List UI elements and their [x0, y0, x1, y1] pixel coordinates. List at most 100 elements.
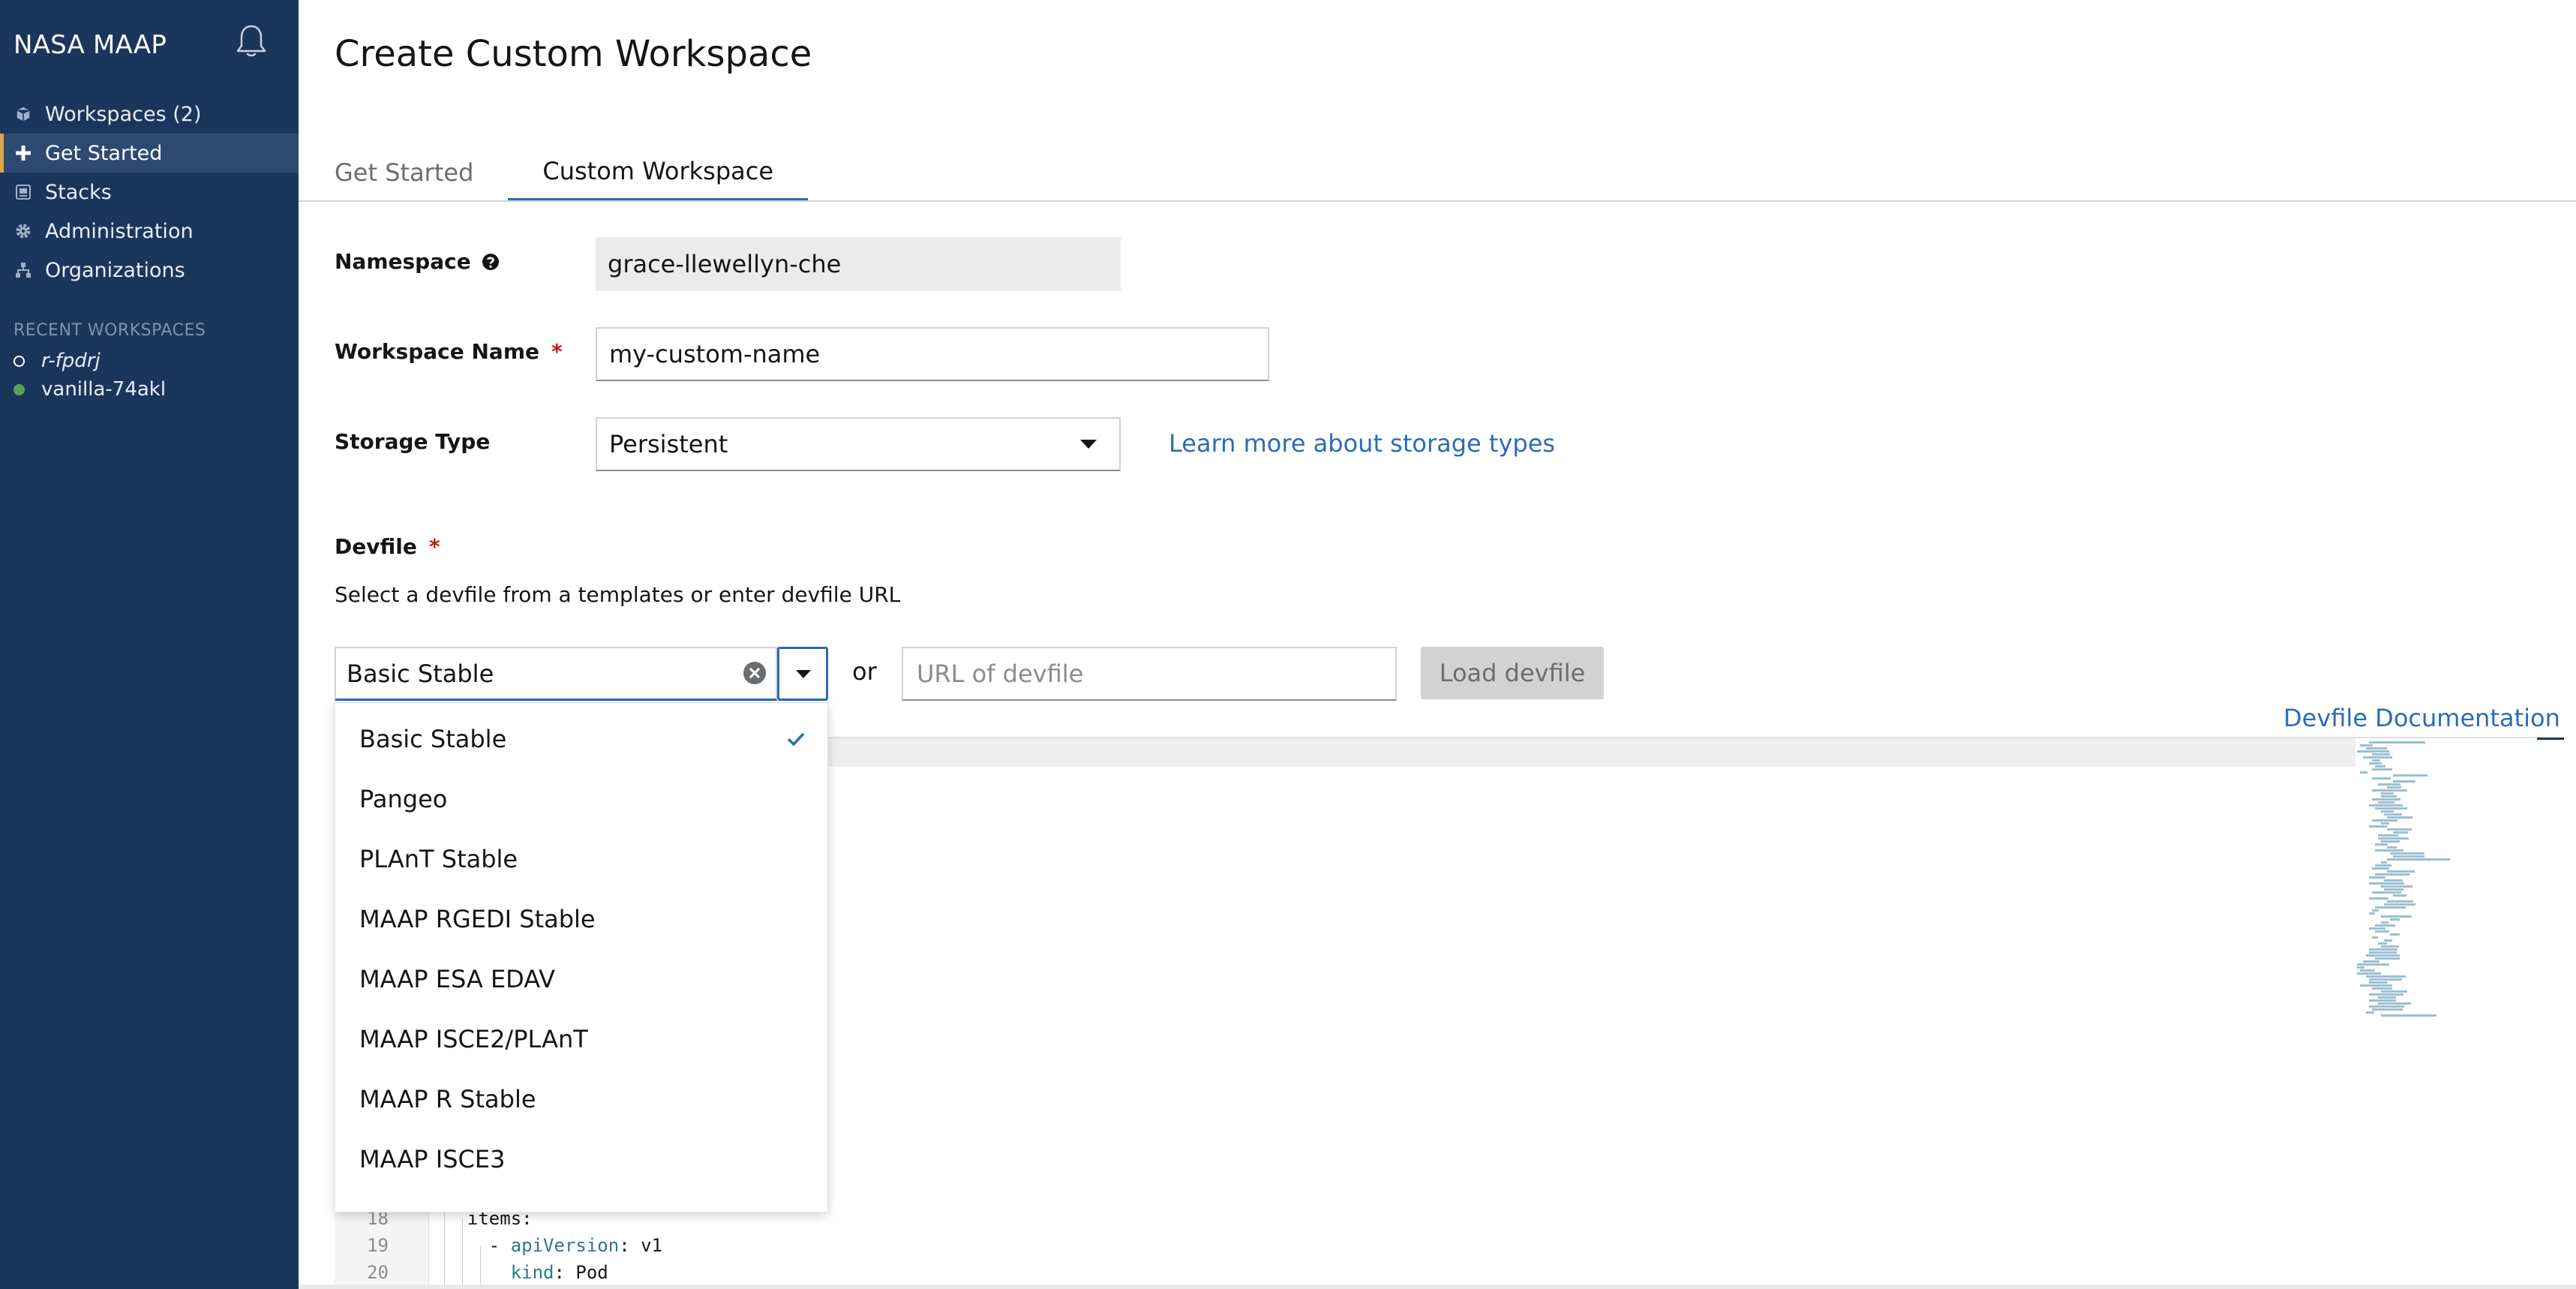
minimap-line: [2372, 1008, 2403, 1011]
minimap-line: [2360, 771, 2367, 774]
recent-workspace-label: vanilla-74akl: [41, 378, 167, 401]
minimap-line: [2375, 765, 2385, 768]
sidebar: NASA MAAP Workspaces (2) Get Started Sta…: [0, 0, 299, 1289]
minimap-line: [2381, 861, 2387, 864]
minimap-line: [2369, 978, 2402, 981]
minimap-line: [2390, 918, 2400, 921]
devfile-documentation-link[interactable]: Devfile Documentation: [2283, 704, 2560, 732]
minimap-line: [2387, 870, 2415, 873]
sidebar-item-stacks[interactable]: Stacks: [0, 173, 299, 212]
storage-type-label: Storage Type: [335, 429, 491, 454]
editor-scrollbar[interactable]: [2537, 738, 2564, 740]
minimap-line: [2378, 837, 2409, 840]
minimap-line: [2393, 894, 2406, 897]
sidebar-item-workspaces[interactable]: Workspaces (2): [0, 95, 299, 134]
status-stopped-icon: [14, 355, 25, 367]
help-icon[interactable]: [482, 253, 500, 271]
code-sep: :: [554, 1262, 576, 1283]
minimap-line: [2369, 762, 2382, 765]
stack-icon: [14, 182, 33, 202]
minimap-line: [2387, 900, 2413, 903]
minimap-line: [2369, 825, 2387, 828]
tab-get-started[interactable]: Get Started: [335, 144, 508, 201]
dropdown-option[interactable]: PLAnT Stable: [335, 829, 827, 889]
minimap-line: [2369, 1005, 2404, 1008]
minimap-line: [2390, 852, 2424, 855]
minimap-line: [2381, 810, 2394, 813]
load-devfile-button[interactable]: Load devfile: [1421, 647, 1604, 699]
minimap-line: [2384, 879, 2403, 882]
bell-icon[interactable]: [234, 23, 269, 60]
devfile-description: Select a devfile from a templates or ent…: [335, 582, 901, 607]
minimap-line: [2381, 945, 2399, 948]
minimap-line: [2393, 855, 2424, 858]
clear-icon[interactable]: [742, 660, 767, 686]
line-number: 20: [367, 1262, 389, 1283]
dropdown-option[interactable]: Basic Stable: [335, 709, 827, 769]
dropdown-option[interactable]: MAAP ISCE2/PLAnT: [335, 1009, 827, 1069]
minimap-line: [2357, 972, 2381, 975]
minimap-line: [2384, 903, 2415, 906]
minimap-line: [2369, 993, 2403, 996]
dropdown-option-label: MAAP R Stable: [359, 1085, 536, 1113]
minimap-line: [2375, 873, 2409, 876]
minimap-line: [2357, 966, 2364, 969]
minimap-line: [2369, 981, 2387, 984]
dropdown-option[interactable]: Pangeo: [335, 769, 827, 829]
devfile-dropdown-menu: Basic Stable Pangeo PLAnT Stable MAAP RG…: [335, 702, 828, 1212]
editor-minimap[interactable]: [2355, 738, 2540, 1289]
minimap-line: [2393, 774, 2427, 777]
minimap-line: [2369, 897, 2388, 900]
dropdown-option[interactable]: MAAP RGEDI Stable: [335, 889, 827, 949]
minimap-line: [2372, 777, 2391, 780]
sidebar-item-administration[interactable]: Administration: [0, 212, 299, 251]
dropdown-option-label: MAAP ESA EDAV: [359, 965, 555, 993]
devfile-select-input[interactable]: Basic Stable: [335, 647, 777, 701]
minimap-line: [2366, 1011, 2374, 1014]
minimap-line: [2366, 954, 2400, 957]
sidebar-item-label: Organizations: [45, 258, 185, 282]
minimap-line: [2369, 948, 2397, 951]
code-text: - apiVersion: v1: [446, 1235, 662, 1256]
sidebar-item-get-started[interactable]: Get Started: [0, 134, 299, 173]
dropdown-option[interactable]: MAAP ESA EDAV: [335, 949, 827, 1009]
sidebar-item-label: Workspaces (2): [45, 102, 202, 126]
dropdown-option[interactable]: MAAP ISCE3: [335, 1129, 827, 1189]
devfile-dropdown-toggle[interactable]: [777, 647, 828, 701]
dropdown-option[interactable]: MAAP R Stable: [335, 1069, 827, 1129]
page-title: Create Custom Workspace: [335, 33, 812, 75]
dropdown-option-label: PLAnT Stable: [359, 845, 518, 873]
minimap-line: [2369, 804, 2403, 807]
code-text: kind: Pod: [446, 1262, 608, 1283]
storage-types-link[interactable]: Learn more about storage types: [1169, 429, 1555, 458]
minimap-line: [2381, 792, 2394, 795]
code-value: v1: [641, 1235, 663, 1256]
workspace-name-input[interactable]: my-custom-name: [596, 327, 1269, 381]
minimap-line: [2375, 924, 2395, 927]
minimap-line: [2390, 933, 2400, 936]
minimap-line: [2393, 780, 2415, 783]
tab-custom-workspace[interactable]: Custom Workspace: [508, 144, 809, 201]
code-value: Pod: [575, 1262, 608, 1283]
minimap-line: [2372, 891, 2401, 894]
line-number: 19: [367, 1235, 389, 1256]
storage-type-value: Persistent: [609, 430, 728, 458]
minimap-line: [2381, 921, 2388, 924]
brand-title[interactable]: NASA MAAP: [14, 30, 167, 60]
minimap-line: [2360, 744, 2373, 747]
code-indent: -: [446, 1235, 511, 1256]
namespace-label: Namespace: [335, 249, 500, 274]
minimap-line: [2378, 1002, 2411, 1005]
minimap-line: [2378, 834, 2398, 837]
minimap-line: [2387, 816, 2412, 819]
minimap-line: [2369, 927, 2385, 930]
minimap-line: [2378, 996, 2396, 999]
gear-icon: [14, 221, 33, 241]
minimap-line: [2372, 789, 2407, 792]
storage-type-select[interactable]: Persistent: [596, 417, 1121, 471]
minimap-line: [2369, 951, 2397, 954]
recent-workspace-item[interactable]: r-fpdrj: [14, 347, 284, 375]
sidebar-item-organizations[interactable]: Organizations: [0, 251, 299, 290]
devfile-url-input[interactable]: URL of devfile: [902, 647, 1397, 701]
recent-workspace-item[interactable]: vanilla-74akl: [14, 375, 284, 404]
